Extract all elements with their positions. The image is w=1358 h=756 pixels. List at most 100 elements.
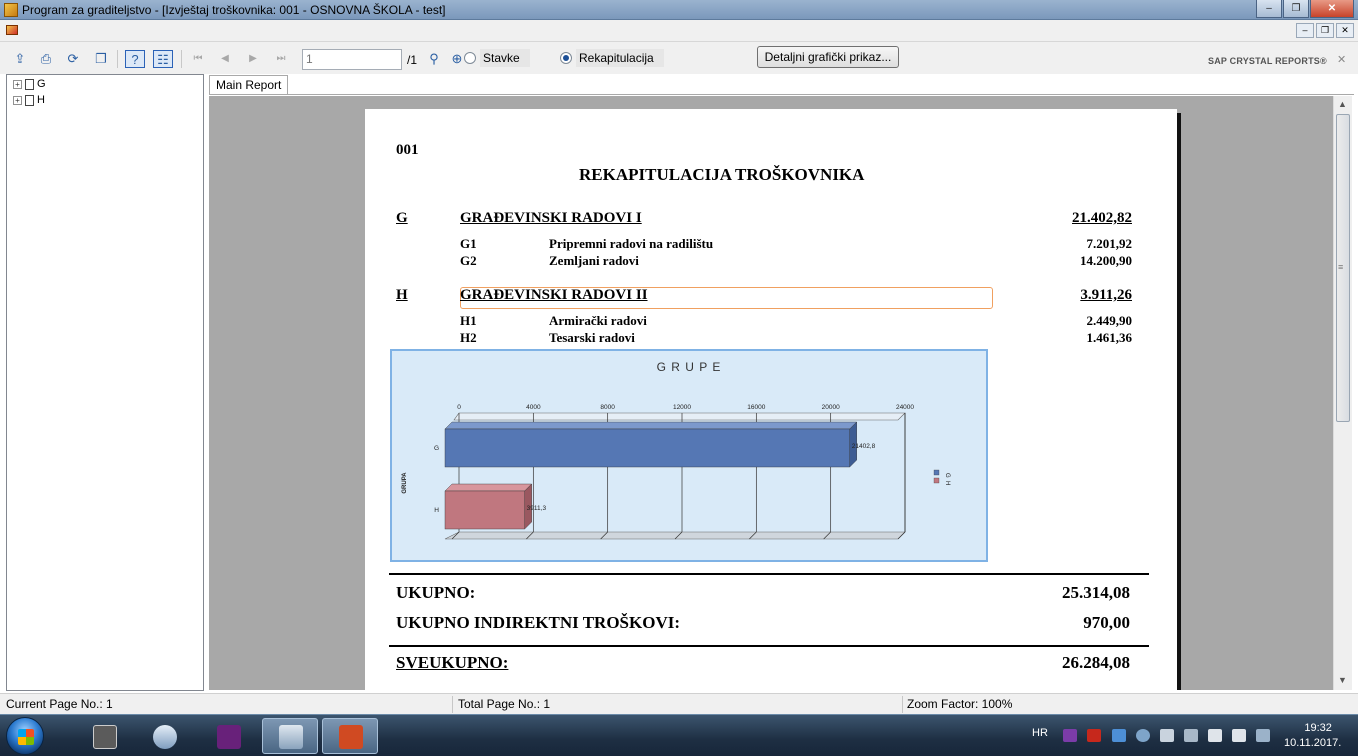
chart-tick-label: 20000 [822,404,840,411]
item-amount: 1.461,36 [1086,330,1133,345]
chart-tick-label: 24000 [896,404,914,411]
taskbar-app-powerpoint[interactable] [322,718,378,754]
taskbar-app-visual-studio[interactable] [200,718,256,754]
last-page-icon[interactable]: ⏭ [271,50,291,68]
print-icon[interactable]: ⎙ [36,50,56,68]
mdi-close-button[interactable]: ✕ [1336,23,1354,38]
item-name: Zemljani radovi [549,253,639,268]
chart-data-label: 21402,8 [852,443,876,450]
help-icon[interactable]: ? [125,50,145,68]
zoom-icon[interactable]: ⊕ [450,50,464,68]
language-indicator[interactable]: HR [1032,727,1048,739]
report-viewport[interactable]: 001 REKAPITULACIJA TROŠKOVNIKA G GRAĐEVI… [209,96,1333,690]
chart-tick-label: 12000 [673,404,691,411]
document-icon [25,78,34,90]
groups-chart-svg: G R U P E GRUPA 0 4000 8000 12000 16000 20000… [402,360,950,540]
toolbar-divider [181,50,182,68]
copy-icon[interactable]: ❐ [91,50,111,68]
sveukupno-value: 26.284,08 [1062,653,1130,672]
minimize-button[interactable]: – [1256,0,1282,18]
group-name[interactable]: GRAĐEVINSKI RADOVI II [460,287,648,304]
power-icon[interactable] [1256,729,1270,742]
taskbar-app-explorer[interactable] [136,718,192,754]
radio-stavke[interactable]: Stavke [464,49,530,67]
item-code: H1 [460,313,477,328]
item-amount: 7.201,92 [1086,236,1133,251]
window-title: Program za graditeljstvo - [Izvještaj tr… [22,3,446,17]
explorer-icon [153,725,177,749]
summary-divider [389,573,1149,575]
radio-rekapitulacija[interactable]: Rekapitulacija [560,49,664,67]
group-tree: + G + H [6,74,204,691]
radio-stavke-dot[interactable] [464,52,476,64]
antivirus-tray-icon[interactable] [1087,729,1101,742]
chart-tick-label: 8000 [600,404,615,411]
group-code: G [396,210,408,226]
expand-icon[interactable]: + [13,95,22,105]
mdi-child-bar: – ❐ ✕ [0,20,1358,42]
tree-item-h[interactable]: + H [13,93,45,107]
mdi-child-icon[interactable] [6,25,18,35]
sync-tray-icon[interactable] [1136,729,1150,742]
onenote-tray-icon[interactable] [1063,729,1077,742]
export-icon[interactable]: ⇪ [10,50,30,68]
vertical-scrollbar[interactable]: ▲ ≡ ▼ [1333,96,1352,690]
toolbar-divider [117,50,118,68]
system-clock[interactable]: 19:32 10.11.2017. [1284,721,1341,751]
report-page: 001 REKAPITULACIJA TROŠKOVNIKA G GRAĐEVI… [365,109,1177,690]
window-title-bar[interactable]: Program za graditeljstvo - [Izvještaj tr… [0,0,1358,20]
page-total-label: /1 [407,53,418,67]
previous-page-icon[interactable]: ◀ [215,50,235,68]
radio-rekapitulacija-dot[interactable] [560,52,572,64]
first-page-icon[interactable]: ⏮ [188,50,208,68]
taskbar-app-program-za-graditeljstvo[interactable] [262,718,318,754]
item-name: Tesarski radovi [549,330,635,345]
chart-bar [444,490,525,530]
group-name: GRAĐEVINSKI RADOVI I [460,210,642,226]
sveukupno-label: SVEUKUPNO: [396,653,509,672]
document-icon [25,94,34,106]
mdi-restore-button[interactable]: ❐ [1316,23,1334,38]
mdi-minimize-button[interactable]: – [1296,23,1314,38]
document-viewer-icon [93,725,117,749]
chart-legend-label: G [944,473,950,478]
status-divider [452,696,453,713]
group-code: H [396,287,408,303]
chart-legend-swatch [933,477,940,484]
tab-main-report[interactable]: Main Report [209,75,289,94]
visual-studio-icon [217,725,241,749]
detail-chart-button[interactable]: Detaljni grafički prikaz... [757,46,899,68]
ukupno-label: UKUPNO: [396,583,476,602]
tree-item-g[interactable]: + G [13,77,46,91]
group-total: 3.911,26 [1080,287,1132,303]
refresh-icon[interactable]: ⟳ [63,50,83,68]
network-icon[interactable] [1184,729,1198,742]
group-tree-toggle-icon[interactable]: ☷ [153,50,173,68]
search-icon[interactable]: ⚲ [424,50,444,68]
taskbar-app-document-viewer[interactable] [76,718,132,754]
indirektni-value: 970,00 [1083,613,1130,632]
start-button[interactable] [6,717,44,755]
volume-icon[interactable] [1232,729,1246,742]
scroll-up-icon[interactable]: ▲ [1338,99,1347,109]
flag-tray-icon[interactable] [1208,729,1222,742]
item-name: Armirački radovi [549,313,647,328]
chart-tick-label: 16000 [747,404,765,411]
action-center-icon[interactable] [1160,729,1174,742]
next-page-icon[interactable]: ▶ [243,50,263,68]
expand-icon[interactable]: + [13,79,22,89]
taskbar: HR 19:32 10.11.2017. [0,714,1358,756]
groups-chart[interactable]: G R U P E GRUPA 0 4000 8000 12000 16000 20000… [390,349,988,562]
page-number-input[interactable]: 1 [302,49,402,70]
building-app-icon [279,725,303,749]
close-view-icon[interactable]: ✕ [1337,53,1346,66]
report-number: 001 [396,142,419,158]
close-button[interactable]: ✕ [1310,0,1354,18]
status-divider [902,696,903,713]
tab-divider [209,94,1354,95]
status-zoom: Zoom Factor: 100% [907,697,1013,711]
chart-bar [444,428,850,468]
scroll-down-icon[interactable]: ▼ [1338,675,1347,685]
dropbox-tray-icon[interactable] [1112,729,1126,742]
maximize-button[interactable]: ❐ [1283,0,1309,18]
